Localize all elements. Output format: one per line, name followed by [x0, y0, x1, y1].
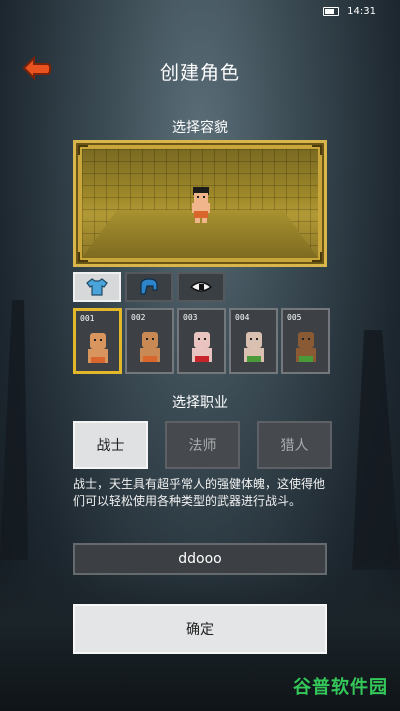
skin-avatar	[243, 332, 264, 362]
status-bar: 14:31	[323, 6, 376, 17]
skin-number: 005	[287, 313, 302, 322]
hair-icon	[140, 278, 158, 295]
skin-avatar	[191, 332, 212, 362]
character-name-input[interactable]	[73, 543, 327, 575]
appearance-tabs	[73, 272, 225, 302]
battery-icon	[323, 7, 340, 16]
page-title: 创建角色	[159, 62, 240, 84]
appearance-label: 选择容貌	[172, 120, 228, 136]
skin-number: 001	[80, 314, 95, 323]
skin-avatar	[139, 332, 160, 362]
skin-option[interactable]: 004	[229, 308, 278, 374]
skin-avatar	[295, 332, 316, 362]
skin-avatar	[87, 333, 108, 363]
skin-option[interactable]: 005	[281, 308, 330, 374]
skin-option[interactable]: 002	[125, 308, 174, 374]
tab-eyes[interactable]	[177, 272, 225, 302]
watermark-text: 谷普软件园	[293, 677, 388, 698]
profession-label: 选择职业	[172, 395, 228, 411]
skin-number: 003	[183, 313, 198, 322]
skin-list: 001 002 003 004 005	[73, 308, 330, 374]
skin-number: 002	[131, 313, 146, 322]
skin-option[interactable]: 001	[73, 308, 122, 374]
profession-options: 战士 法师 猎人	[73, 421, 332, 469]
character-sprite	[192, 187, 210, 223]
status-time: 14:31	[347, 6, 376, 17]
eye-icon	[190, 281, 212, 292]
background-tree-left	[0, 300, 28, 560]
background-tree-right	[352, 330, 400, 570]
class-description: 战士，天生具有超乎常人的强健体魄，这使得他们可以轻松使用各种类型的武器进行战斗。	[73, 477, 326, 508]
confirm-button[interactable]: 确定	[73, 604, 327, 654]
character-preview	[73, 140, 327, 267]
class-mage-button[interactable]: 法师	[165, 421, 240, 469]
tab-clothing[interactable]	[73, 272, 121, 302]
skin-number: 004	[235, 313, 250, 322]
tab-hair[interactable]	[125, 272, 173, 302]
class-warrior-button[interactable]: 战士	[73, 421, 148, 469]
shirt-icon	[86, 278, 108, 296]
class-hunter-button[interactable]: 猎人	[257, 421, 332, 469]
skin-option[interactable]: 003	[177, 308, 226, 374]
